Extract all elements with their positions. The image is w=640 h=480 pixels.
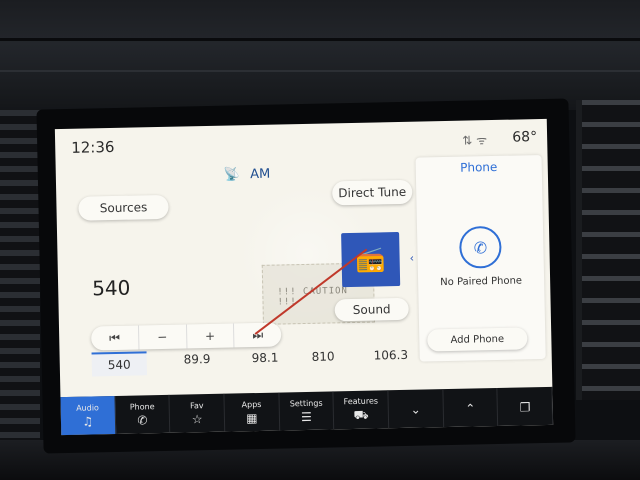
nav-label: Apps [241,399,262,409]
sound-button[interactable]: Sound [334,297,409,322]
star-icon: ☆ [191,411,203,426]
nav-label: Fav [189,400,204,410]
source-label: AM [250,166,271,183]
phone-icon: ✆ [137,412,148,428]
seek-back-button[interactable]: ⏮ [90,325,140,351]
infotainment-screen: 12:36 ⇅ ᯤ 68° 📡 AM Sources Direct Tune 5… [54,118,554,436]
nav-split-screen[interactable]: ❐ [497,386,554,426]
dash-seam [0,70,640,72]
nav-label: Audio [76,402,99,413]
nav-settings[interactable]: Settings ☰ [279,391,335,431]
nav-expand[interactable]: ⌃ [443,387,499,428]
preset-3[interactable]: 98.1 [252,351,279,366]
sources-button[interactable]: Sources [78,194,169,221]
car-icon: ⛟ [353,407,369,422]
outside-temperature: 68° [512,129,538,146]
chevron-left-icon[interactable]: ‹ [409,252,414,265]
tune-down-button[interactable]: − [138,324,187,350]
nav-features[interactable]: Features ⛟ [333,390,390,430]
nav-label: Phone [129,401,155,412]
apps-grid-icon: ▦ [245,410,258,425]
preset-2[interactable]: 89.9 [184,352,211,367]
tune-up-button[interactable]: + [186,323,235,349]
radio-broadcast-icon: 📻 [355,245,386,274]
seek-forward-button[interactable]: ⏭ [234,322,281,347]
nav-fav[interactable]: Fav ☆ [169,393,226,433]
phone-panel-title: Phone [460,159,498,175]
paired-status: No Paired Phone [440,275,523,289]
current-frequency: 540 [91,275,131,301]
chevron-down-icon: ⌄ [410,402,421,417]
chevron-up-icon: ⌃ [465,401,476,416]
audio-source-indicator: 📡 AM [224,167,271,183]
add-phone-button[interactable]: Add Phone [427,327,528,352]
left-air-vent [0,110,40,440]
right-air-vent [576,100,640,400]
phone-icon[interactable]: ✆ [458,225,502,269]
sliders-icon: ☰ [300,409,312,424]
nav-label: Settings [289,398,323,408]
preset-bar: 540 89.9 98.1 810 106.3 [91,348,422,381]
preset-1[interactable]: 540 [91,351,147,377]
nav-label: Features [343,395,379,406]
music-note-icon: ♫ [82,413,94,429]
nav-apps[interactable]: Apps ▦ [224,392,280,432]
phone-panel: Phone ✆ No Paired Phone Add Phone [415,154,546,362]
signal-icons: ⇅ ᯤ [462,133,488,148]
clock: 12:36 [71,137,115,157]
direct-tune-button[interactable]: Direct Tune [332,179,413,206]
dash-seam [0,38,640,41]
tuning-controls: ⏮ − + ⏭ [90,322,282,351]
nav-audio[interactable]: Audio ♫ [60,395,116,436]
preset-5[interactable]: 106.3 [374,348,409,363]
nav-phone[interactable]: Phone ✆ [115,394,171,434]
dashboard-top [0,0,640,110]
preset-4[interactable]: 810 [312,349,335,363]
radio-signal-icon: 📡 [223,167,241,183]
nav-collapse[interactable]: ⌄ [388,389,444,429]
split-screen-icon: ❐ [519,400,531,415]
